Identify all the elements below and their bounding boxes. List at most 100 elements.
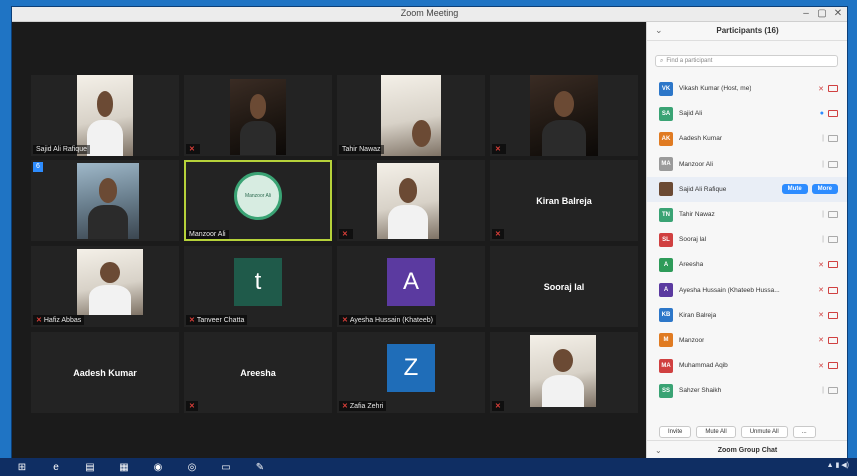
video-tile[interactable]: ✕ [490,332,638,413]
tile-name: ✕ [492,229,504,239]
tile-name: Tahir Nawaz [339,145,384,154]
mic-icon[interactable]: | [822,387,824,394]
mic-muted-icon[interactable]: ✕ [818,286,824,294]
video-tile[interactable]: ✕ [490,75,638,156]
search-icon: ⌕ [660,57,664,64]
participant-row[interactable]: AK Aadesh Kumar | [647,126,847,151]
firefox-icon[interactable]: ◉ [150,461,166,474]
participant-row[interactable]: A Ayesha Hussain (Khateeb Hussa... ✕ [647,278,847,303]
invite-button[interactable]: Invite [659,426,692,438]
camera-off-icon [828,236,838,244]
mic-icon[interactable]: | [822,236,824,243]
video-tile[interactable]: Tahir Nawaz [337,75,485,156]
video-tile[interactable]: Sajid Ali Rafique [31,75,179,156]
mute-all-button[interactable]: Mute All [696,426,736,438]
video-tile[interactable]: A ✕ Ayesha Hussain (Khateeb) [337,246,485,327]
profile-logo: Manzoor Ali [234,172,282,220]
video-tile[interactable]: Kiran Balreja ✕ [490,160,638,241]
paint-icon[interactable]: ✎ [252,461,268,474]
participant-name: Sahzer Shaikh [679,387,722,395]
participant-row[interactable]: SL Sooraj lal | [647,227,847,252]
participant-video [77,75,133,156]
mute-participant-button[interactable]: Mute [781,184,808,195]
video-tile[interactable]: Aadesh Kumar [31,332,179,413]
participant-row[interactable]: TN Tahir Nawaz | [647,202,847,227]
chrome-icon[interactable]: ◎ [184,461,200,474]
camera-off-icon [828,85,838,93]
tile-name: ✕ Zafia Zehri [339,401,387,411]
video-tile[interactable]: Areesha ✕ [184,332,332,413]
camera-off-icon [828,362,838,370]
windows-taskbar: ⊞ e ▤ ▦ ◉ ◎ ▭ ✎ ▲ ▮ ◀) [0,458,857,476]
mic-muted-icon[interactable]: ✕ [818,362,824,370]
participant-row[interactable]: VK Vikash Kumar (Host, me) ✕ [647,76,847,101]
window-title: Zoom Meeting [400,8,459,18]
more-participant-button[interactable]: More [811,184,838,195]
participant-row[interactable]: MA Manzoor Ali | [647,152,847,177]
camera-off-icon [828,261,838,269]
tile-name: Sajid Ali Rafique [33,145,90,154]
tile-name: ✕ [492,144,506,154]
participant-name: Areesha [679,261,704,269]
participant-row[interactable]: MA Muhammad Aqib ✕ [647,353,847,378]
participant-video [530,75,598,156]
mic-on-icon[interactable]: ● [820,110,824,117]
mic-muted-icon: ✕ [342,231,348,238]
avatar [659,182,673,197]
windows-start-icon[interactable]: ⊞ [14,461,30,474]
participant-name: Kiran Balreja [679,311,717,319]
participant-name-center: Kiran Balreja [536,195,592,206]
avatar: A [659,283,673,298]
participant-row[interactable]: M Manzoor ✕ [647,328,847,353]
participant-name-center: Areesha [240,367,276,378]
mic-muted-icon[interactable]: ✕ [818,336,824,344]
participant-row[interactable]: SA Sajid Ali ● [647,101,847,126]
participant-row[interactable]: KB Kiran Balreja ✕ [647,303,847,328]
video-tile[interactable]: ✕ [184,75,332,156]
avatar: MA [659,157,673,172]
mic-muted-icon: ✕ [495,403,501,410]
mic-icon[interactable]: | [822,135,824,142]
video-tile-active-speaker[interactable]: Manzoor Ali Manzoor Ali [184,160,332,241]
participant-video [77,163,139,239]
video-tile[interactable]: 6 [31,160,179,241]
tile-name: ✕ [492,401,504,411]
tile-name: ✕ [339,229,353,239]
participant-name: Sooraj lal [679,236,707,244]
mic-muted-icon[interactable]: ✕ [818,311,824,319]
video-tile[interactable]: Sooraj lal [490,246,638,327]
participant-row[interactable]: Sajid Ali Rafique Mute More [647,176,847,202]
participant-video [381,75,441,156]
mic-muted-icon[interactable]: ✕ [818,261,824,269]
mic-icon[interactable]: | [822,161,824,168]
excel-icon[interactable]: ▦ [116,461,132,474]
tile-name: ✕ Hafiz Abbas [33,315,85,325]
zoom-window: Zoom Meeting – ▢ ✕ Sajid Ali Rafique ✕ T… [11,6,848,462]
participant-name: Sajid Ali Rafique [679,185,727,193]
participant-name: Sajid Ali [679,110,703,118]
more-options-button[interactable]: ... [792,426,816,438]
mic-muted-icon: ✕ [36,317,42,324]
titlebar: Zoom Meeting – ▢ ✕ [12,7,847,22]
explorer-icon[interactable]: ▤ [82,461,98,474]
system-tray[interactable]: ▲ ▮ ◀) [827,461,849,469]
participant-search-input[interactable]: ⌕ Find a participant [655,55,838,67]
video-tile[interactable]: Z ✕ Zafia Zehri [337,332,485,413]
mic-muted-icon: ✕ [189,403,195,410]
video-tile[interactable]: t ✕ Tanveer Chatta [184,246,332,327]
mic-icon[interactable]: | [822,211,824,218]
participants-panel: ⌄ Participants (16) ⌕ Find a participant… [646,22,847,461]
video-tile[interactable]: ✕ [337,160,485,241]
avatar: MA [659,358,673,373]
participant-row[interactable]: SS Sahzer Shaikh | [647,378,847,403]
participant-row[interactable]: A Areesha ✕ [647,252,847,277]
mic-muted-icon[interactable]: ✕ [818,85,824,93]
video-tile[interactable]: ✕ Hafiz Abbas [31,246,179,327]
avatar-letter: A [387,258,435,306]
zoom-icon[interactable]: ▭ [218,461,234,474]
maximize-button[interactable]: ▢ [817,7,827,21]
minimize-button[interactable]: – [801,7,811,21]
ie-icon[interactable]: e [48,461,64,474]
unmute-all-button[interactable]: Unmute All [740,426,788,438]
close-button[interactable]: ✕ [833,7,843,21]
